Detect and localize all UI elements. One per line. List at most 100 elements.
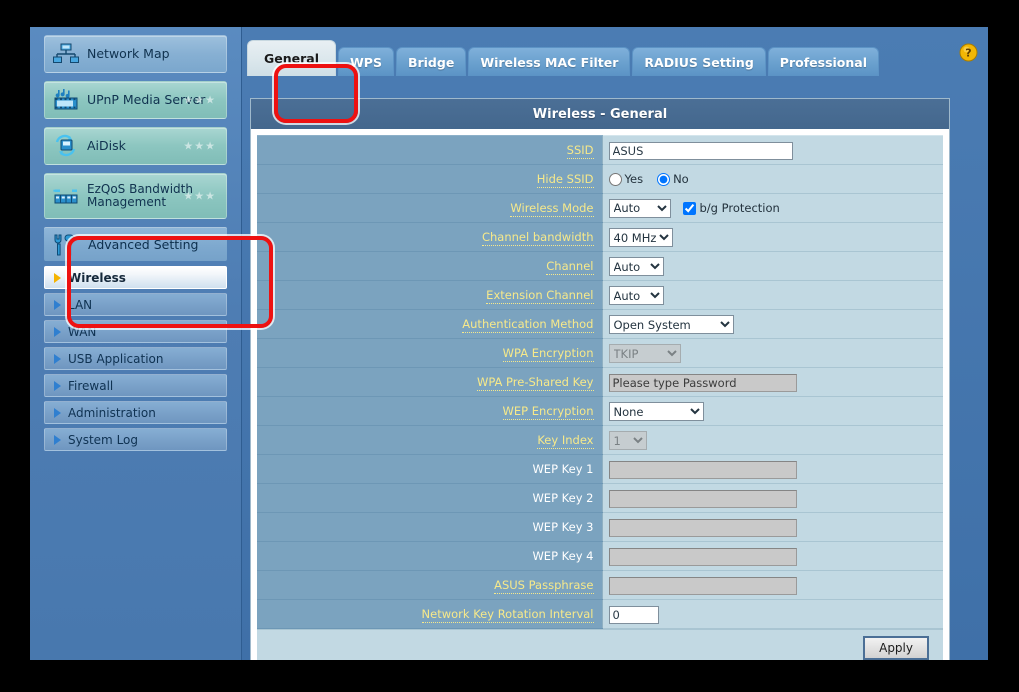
chevron-right-icon [54,354,61,364]
form-row-wep-key-3: WEP Key 3 [257,513,943,542]
sidebar-item-administration[interactable]: Administration [44,401,227,424]
tab-wireless-mac-filter[interactable]: Wireless MAC Filter [468,47,630,76]
chevron-right-icon [54,381,61,391]
wep-key-3-label: WEP Key 3 [257,513,602,542]
extension-channel-select[interactable]: Auto [609,286,664,305]
sidebar-item-aidisk[interactable]: AiDisk ★★★ [44,127,227,165]
wep-encryption-select[interactable]: None [609,402,704,421]
wpa-encryption-select[interactable]: TKIP [609,344,681,363]
wpa-pre-shared-key-label: WPA Pre-Shared Key [257,368,602,397]
channel-select[interactable]: Auto [609,257,664,276]
wep-key-4-label: WEP Key 4 [257,542,602,571]
rating-stars: ★★★ [183,94,216,107]
hide-ssid-yes-radio[interactable] [609,173,622,186]
key-index-label: Key Index [257,426,602,455]
form-row-hide-ssid: Hide SSID Yes [257,165,943,194]
channel-bandwidth-select[interactable]: 40 MHz [609,228,673,247]
wep-key-2-input[interactable] [609,490,797,508]
sidebar-item-label: Advanced Setting [88,237,198,252]
wireless-mode-select[interactable]: Auto [609,199,671,218]
asus-passphrase-input[interactable] [609,577,797,595]
tools-icon [52,233,78,257]
sidebar-item-advanced-setting[interactable]: Advanced Setting [44,227,227,261]
bg-protection-checkbox[interactable] [683,202,696,215]
wep-key-4-input[interactable] [609,548,797,566]
sidebar-item-label: Network Map [87,47,170,60]
screenshot-root: Network Map [0,0,1019,692]
chevron-right-icon [54,300,61,310]
tab-wps[interactable]: WPS [338,47,394,76]
svg-text:?: ? [965,47,971,60]
sidebar-item-lan[interactable]: LAN [44,293,227,316]
sidebar-item-label: Wireless [68,271,126,285]
sidebar-item-label: AiDisk [87,139,126,152]
hide-ssid-no-radio[interactable] [657,173,670,186]
sidebar-item-upnp-media-server[interactable]: UPnP Media Server ★★★ [44,81,227,119]
network-key-rotation-interval-input[interactable] [609,606,659,624]
form-actions: Apply [257,629,943,660]
wpa-pre-shared-key-input[interactable] [609,374,797,392]
asus-passphrase-label: ASUS Passphrase [257,571,602,600]
tab-label: Professional [780,55,867,70]
tab-label: WPS [350,55,382,70]
settings-panel: Wireless - General SSID [250,98,950,660]
chevron-right-icon [54,273,61,283]
channel-label: Channel [257,252,602,281]
chevron-right-icon [54,327,61,337]
sidebar: Network Map [30,27,242,660]
tab-general[interactable]: General [247,40,336,76]
sidebar-item-system-log[interactable]: System Log [44,428,227,451]
wireless-general-form: SSID Hide SSID [257,135,943,629]
wep-key-1-input[interactable] [609,461,797,479]
apply-button[interactable]: Apply [863,636,929,660]
radio-label: No [673,172,689,186]
chevron-right-icon [54,408,61,418]
hide-ssid-no-option[interactable]: No [657,172,689,186]
authentication-method-label: Authentication Method [257,310,602,339]
tab-bar: General WPS Bridge Wireless MAC Filter R… [242,32,988,76]
bg-protection-label: b/g Protection [700,201,780,215]
sidebar-item-wan[interactable]: WAN [44,320,227,343]
ssid-input[interactable] [609,142,793,160]
wep-key-2-label: WEP Key 2 [257,484,602,513]
form-row-wep-key-4: WEP Key 4 [257,542,943,571]
tab-label: RADIUS Setting [644,55,753,70]
aidisk-icon [53,134,79,158]
sidebar-item-label: LAN [68,298,92,312]
form-row-extension-channel: Extension Channel Auto [257,281,943,310]
sidebar-item-label: Administration [68,406,156,420]
tab-radius-setting[interactable]: RADIUS Setting [632,47,765,76]
ezqos-icon [53,184,79,208]
tab-bridge[interactable]: Bridge [396,47,466,76]
form-row-key-index: Key Index 1 [257,426,943,455]
sidebar-item-ezqos-bandwidth-management[interactable]: EzQoS Bandwidth Management ★★★ [44,173,227,219]
ssid-label: SSID [257,136,602,165]
main-content: General WPS Bridge Wireless MAC Filter R… [242,27,988,660]
authentication-method-select[interactable]: Open System [609,315,734,334]
form-row-wpa-encryption: WPA Encryption TKIP [257,339,943,368]
tab-label: General [264,51,319,66]
network-key-rotation-interval-label: Network Key Rotation Interval [257,600,602,629]
wep-key-3-input[interactable] [609,519,797,537]
wireless-mode-label: Wireless Mode [257,194,602,223]
media-server-icon [53,88,79,112]
sidebar-item-network-map[interactable]: Network Map [44,35,227,73]
sidebar-item-wireless[interactable]: Wireless [44,266,227,289]
bg-protection-option[interactable]: b/g Protection [683,201,780,215]
form-row-wireless-mode: Wireless Mode Auto [257,194,943,223]
chevron-right-icon [54,435,61,445]
key-index-select[interactable]: 1 [609,431,647,450]
sidebar-item-usb-application[interactable]: USB Application [44,347,227,370]
sidebar-item-firewall[interactable]: Firewall [44,374,227,397]
form-row-network-key-rotation-interval: Network Key Rotation Interval [257,600,943,629]
tab-label: Wireless MAC Filter [480,55,618,70]
question-mark-help-icon[interactable]: ? [959,43,978,62]
tab-professional[interactable]: Professional [768,47,879,76]
wep-key-1-label: WEP Key 1 [257,455,602,484]
form-container: SSID Hide SSID [251,129,949,660]
form-row-asus-passphrase: ASUS Passphrase [257,571,943,600]
sidebar-item-label: Firewall [68,379,113,393]
hide-ssid-yes-option[interactable]: Yes [609,172,644,186]
wpa-encryption-label: WPA Encryption [257,339,602,368]
form-row-channel-bandwidth: Channel bandwidth 40 MHz [257,223,943,252]
